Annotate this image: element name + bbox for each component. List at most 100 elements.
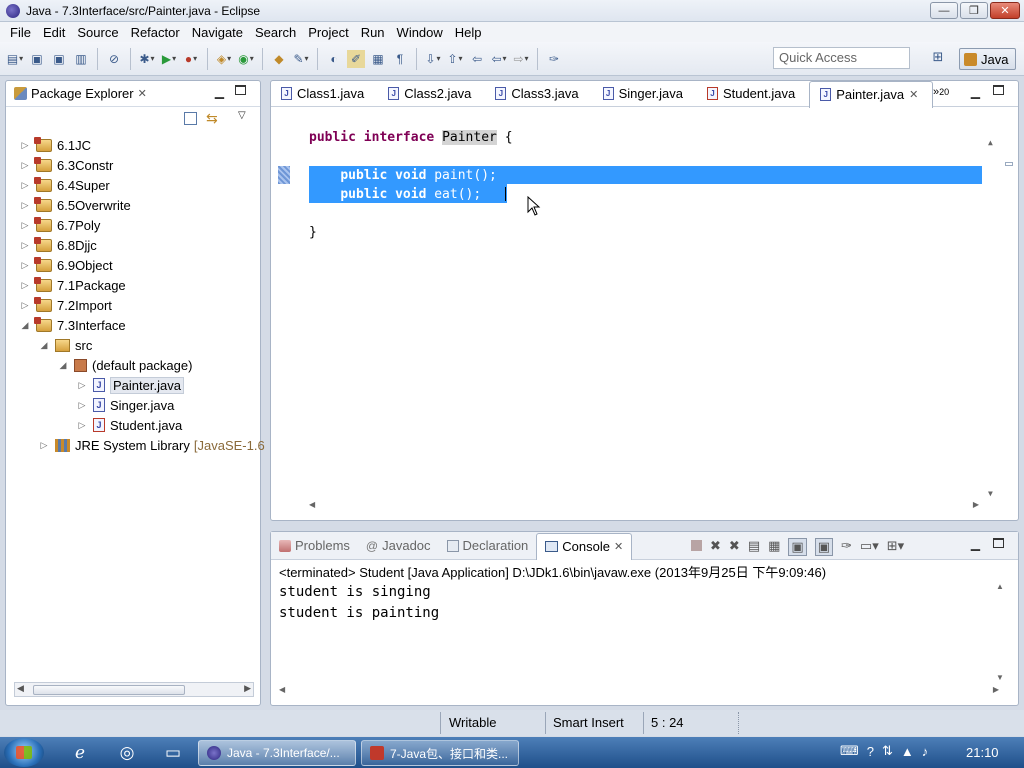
tab-problems[interactable]: Problems [271,532,358,560]
menu-help[interactable]: Help [449,25,488,40]
new-icon[interactable]: ▤ [6,50,24,68]
debug-icon[interactable]: ✱ [138,50,156,68]
java-perspective-button[interactable]: Java [959,48,1016,70]
collapse-twisty-icon[interactable]: ◢ [39,340,49,351]
console-output[interactable]: student is singing student is painting [279,582,439,624]
view-menu-icon[interactable]: ▽ [238,110,246,121]
tree-item[interactable]: ▷ J Singer.java [77,395,175,415]
expand-twisty-icon[interactable]: ▷ [20,300,30,311]
volume-icon[interactable]: ♪ [922,744,929,759]
network-icon[interactable]: ⇅ [882,743,893,759]
editor-tab[interactable]: J Singer.java [593,81,697,107]
print-icon[interactable]: ▥ [72,50,90,68]
minimize-button[interactable]: — [930,2,958,19]
tree-item[interactable]: ▷ 6.8Djjc [20,235,97,255]
minimize-view-icon[interactable]: ▁ [971,537,980,551]
tree-item[interactable]: ▷ 6.4Super [20,175,110,195]
save-all-icon[interactable]: ▣ [50,50,68,68]
next-annotation-icon[interactable]: ⇩ [424,50,442,68]
editor-horizontal-scrollbar[interactable]: ◀ ▶ [309,500,979,512]
collapse-all-icon[interactable] [184,112,197,125]
chrome-icon[interactable]: ◎ [110,741,144,765]
scrollbar-thumb[interactable] [33,685,185,695]
menu-refactor[interactable]: Refactor [125,25,186,40]
editor-tab[interactable]: J Class1.java [271,81,378,107]
show-whitespace-icon[interactable]: ¶ [391,50,409,68]
maximize-button[interactable]: ❐ [960,2,988,19]
expand-twisty-icon[interactable]: ▷ [20,200,30,211]
start-button[interactable] [4,738,44,767]
toggle-mark-occurrences-icon[interactable]: ◐ [325,50,343,68]
show-on-stderr-icon[interactable]: ▣ [814,538,833,556]
expand-twisty-icon[interactable]: ▷ [20,140,30,151]
internet-explorer-icon[interactable]: ℯ [63,741,97,765]
scroll-right-icon[interactable]: ▶ [973,500,979,509]
console-vertical-scrollbar[interactable]: ▲ ▼ [996,582,1008,682]
scroll-up-icon[interactable]: ▲ [988,138,993,147]
tree-item[interactable]: ▷ 7.1Package [20,275,126,295]
tree-item[interactable]: ▷ JRE System Library [JavaSE-1.6 [39,435,265,455]
last-edit-location-icon[interactable]: ⇦ [468,50,486,68]
minimize-view-icon[interactable]: ▁ [215,85,224,99]
skip-breakpoints-icon[interactable]: ⊘ [105,50,123,68]
new-class-icon[interactable]: ◉ [237,50,255,68]
scroll-up-icon[interactable]: ▲ [996,582,1004,591]
tree-item[interactable]: ◢ 7.3Interface [20,315,126,335]
tree-item[interactable]: ▷ J Painter.java [77,375,184,395]
display-console-icon[interactable]: ▭▾ [860,538,879,556]
clock[interactable]: 21:10 [966,745,999,760]
close-tab-icon[interactable]: ✕ [909,88,918,101]
close-tab-icon[interactable]: ✕ [138,87,147,100]
scroll-left-icon[interactable]: ◀ [279,685,285,694]
menu-project[interactable]: Project [302,25,354,40]
menu-window[interactable]: Window [391,25,449,40]
open-perspective-icon[interactable]: ⊞ [928,49,948,69]
expand-twisty-icon[interactable]: ▷ [20,220,30,231]
menu-source[interactable]: Source [71,25,124,40]
scroll-lock-icon[interactable]: ▦ [768,538,780,556]
search-icon[interactable]: ✎ [292,50,310,68]
menu-navigate[interactable]: Navigate [186,25,249,40]
expand-twisty-icon[interactable]: ▷ [20,280,30,291]
console-horizontal-scrollbar[interactable]: ◀ ▶ [279,685,999,697]
new-java-project-icon[interactable]: ◈ [215,50,233,68]
tree-item[interactable]: ▷ 6.7Poly [20,215,100,235]
scroll-left-icon[interactable]: ◀ [17,683,24,694]
code-editor[interactable]: public interface Painter { public void p… [271,108,1018,500]
remove-all-terminated-icon[interactable]: ✖ [729,538,740,556]
pin-editor-icon[interactable]: ✑ [545,50,563,68]
editor-tab[interactable]: J Painter.java ✕ [809,80,934,108]
editor-vertical-scrollbar[interactable]: ▲ ▼ [988,138,1000,498]
link-with-editor-icon[interactable]: ⇆ [206,110,218,127]
overview-marker[interactable] [1005,162,1013,166]
expand-twisty-icon[interactable]: ▷ [20,260,30,271]
external-tools-icon[interactable]: ● [182,50,200,68]
minimize-editor-icon[interactable]: ▁ [971,85,980,99]
save-icon[interactable]: ▣ [28,50,46,68]
editor-tab[interactable]: J Class2.java [378,81,485,107]
toggle-highlight-icon[interactable]: ✐ [347,49,365,68]
close-button[interactable]: ✕ [990,2,1020,19]
scroll-right-icon[interactable]: ▶ [993,685,999,694]
more-tabs-button[interactable]: »20 [933,86,949,98]
forward-icon[interactable]: ⇨ [512,50,530,68]
close-tab-icon[interactable]: ✕ [614,540,623,553]
tree-item[interactable]: ▷ 6.5Overwrite [20,195,131,215]
back-icon[interactable]: ⇦ [490,50,508,68]
menu-run[interactable]: Run [355,25,391,40]
scroll-down-icon[interactable]: ▼ [988,489,993,498]
tree-item[interactable]: ▷ 7.2Import [20,295,112,315]
tree-item[interactable]: ▷ 6.9Object [20,255,113,275]
maximize-editor-icon[interactable] [993,85,1004,95]
taskbar-item-eclipse[interactable]: Java - 7.3Interface/... [198,740,356,766]
editor-tab[interactable]: J Student.java [697,81,809,107]
expand-twisty-icon[interactable]: ▷ [20,240,30,251]
expand-twisty-icon[interactable]: ▷ [20,160,30,171]
expand-twisty-icon[interactable]: ▷ [77,400,87,411]
run-icon[interactable]: ▶ [160,50,178,68]
tree-item[interactable]: ▷ 6.1JC [20,135,91,155]
tree-item[interactable]: ◢ src [39,335,93,355]
menu-file[interactable]: File [4,25,37,40]
collapse-twisty-icon[interactable]: ◢ [20,320,30,331]
toggle-block-selection-icon[interactable]: ▦ [369,50,387,68]
